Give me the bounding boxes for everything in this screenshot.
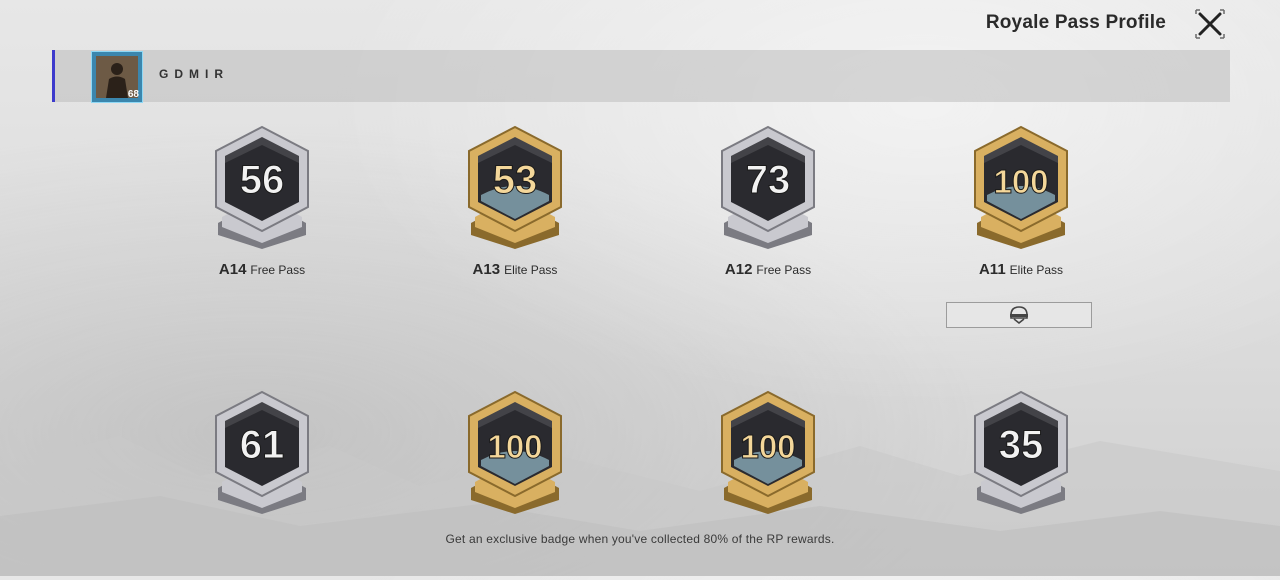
silver-badge-icon: 35 bbox=[974, 390, 1068, 514]
badge-season: A11 bbox=[978, 261, 1006, 278]
badge-pass-type: Elite Pass bbox=[504, 263, 558, 277]
gold-badge-icon: 53 bbox=[468, 125, 562, 249]
badge-season: A13 bbox=[472, 261, 501, 278]
badge-level: 100 bbox=[740, 428, 795, 465]
badge-label: A13 Elite Pass bbox=[415, 261, 615, 279]
badge-card[interactable]: 100 bbox=[415, 390, 615, 580]
footer-note: Get an exclusive badge when you've colle… bbox=[445, 532, 835, 546]
badge-label: A12 Free Pass bbox=[668, 261, 868, 279]
close-button[interactable] bbox=[1192, 6, 1228, 42]
close-icon bbox=[1195, 9, 1225, 39]
badge-card[interactable]: 61 bbox=[162, 390, 362, 580]
silver-badge-icon: 61 bbox=[215, 390, 309, 514]
gold-badge-icon: 100 bbox=[468, 390, 562, 514]
helmet-badge-icon bbox=[1010, 306, 1028, 325]
badge-level: 73 bbox=[746, 158, 791, 202]
badge-label: A14 Free Pass bbox=[162, 261, 362, 279]
badge-season: A12 bbox=[724, 261, 753, 278]
page-title: Royale Pass Profile bbox=[985, 12, 1166, 33]
gold-badge-icon: 100 bbox=[721, 390, 815, 514]
badge-season: A14 bbox=[218, 261, 247, 278]
badge-pass-type: Elite Pass bbox=[1009, 263, 1064, 277]
collect-badge-button[interactable] bbox=[946, 302, 1092, 328]
badge-card[interactable]: 100 A11 Elite Pass bbox=[921, 125, 1121, 315]
badge-level: 56 bbox=[240, 158, 285, 202]
badge-pass-type: Free Pass bbox=[250, 263, 306, 277]
badge-level: 100 bbox=[487, 428, 542, 465]
profile-bar: 68 GDMIR bbox=[52, 50, 1230, 103]
badge-level: 35 bbox=[999, 423, 1044, 467]
badge-label: A11 Elite Pass bbox=[921, 261, 1121, 279]
gold-badge-icon: 100 bbox=[974, 125, 1068, 249]
silver-badge-icon: 56 bbox=[215, 125, 309, 249]
badge-pass-type: Free Pass bbox=[756, 263, 812, 277]
badge-card[interactable]: 73 A12 Free Pass bbox=[668, 125, 868, 315]
avatar[interactable]: 68 bbox=[91, 51, 143, 103]
avatar-level: 68 bbox=[127, 89, 139, 100]
badge-level: 100 bbox=[993, 163, 1048, 200]
badge-card[interactable]: 100 bbox=[668, 390, 868, 580]
badge-card[interactable]: 53 A13 Elite Pass bbox=[415, 125, 615, 315]
badge-level: 53 bbox=[493, 158, 538, 202]
badge-level: 61 bbox=[240, 423, 285, 467]
player-name: GDMIR bbox=[159, 67, 229, 81]
silver-badge-icon: 73 bbox=[721, 125, 815, 249]
badge-card[interactable]: 56 A14 Free Pass bbox=[162, 125, 362, 315]
badge-card[interactable]: 35 bbox=[921, 390, 1121, 580]
